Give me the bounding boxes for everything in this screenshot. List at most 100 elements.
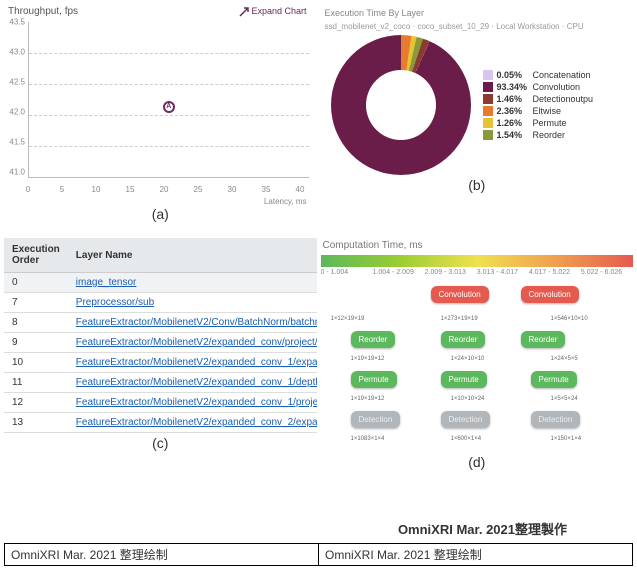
swatch-icon xyxy=(483,118,493,128)
xtick: 0 xyxy=(26,185,30,194)
legend-pct: 1.54% xyxy=(497,130,533,140)
node-convolution[interactable]: Convolution xyxy=(521,286,579,303)
credit-cell: OmniXRI Mar. 2021 整理绘制 xyxy=(319,544,632,565)
edge-label: 1×273×19×19 xyxy=(441,316,478,322)
expand-chart-button[interactable]: Expand Chart xyxy=(239,6,307,17)
layer-link[interactable]: FeatureExtractor/MobilenetV2/Conv/BatchN… xyxy=(76,317,317,328)
table-row[interactable]: 12 FeatureExtractor/MobilenetV2/expanded_… xyxy=(4,393,317,413)
computation-title: Computation Time, ms xyxy=(321,238,634,253)
computation-graph[interactable]: Convolution Convolution 1×12×19×19 1×273… xyxy=(321,276,634,466)
cell-order: 7 xyxy=(4,293,68,313)
table-row[interactable]: 8 FeatureExtractor/MobilenetV2/Conv/Batch… xyxy=(4,313,317,333)
edge-label: 1×546×10×10 xyxy=(551,316,588,322)
gtick: 2.009 - 3.013 xyxy=(425,269,477,276)
gtick: 1.004 - 2.009 xyxy=(373,269,425,276)
edge-label: 1×1083×1×4 xyxy=(351,436,385,442)
gradient-ticks: 0 - 1.004 1.004 - 2.009 2.009 - 3.013 3.… xyxy=(321,269,634,276)
ytick: 42.0 xyxy=(4,108,28,117)
cell-order: 13 xyxy=(4,413,68,433)
node-reorder[interactable]: Reorder xyxy=(351,331,396,348)
donut-chart[interactable] xyxy=(331,35,471,175)
node-permute[interactable]: Permute xyxy=(531,371,577,388)
credit-main: OmniXRI Mar. 2021整理製作 xyxy=(398,519,567,538)
layer-link[interactable]: Preprocessor/sub xyxy=(76,297,154,308)
model-name: ssd_mobilenet_v2_coco xyxy=(325,22,411,31)
table-row[interactable]: 11 FeatureExtractor/MobilenetV2/expanded_… xyxy=(4,373,317,393)
x-axis-label: Latency, ms xyxy=(264,197,307,206)
gtick: 3.013 - 4.017 xyxy=(477,269,529,276)
ytick: 43.0 xyxy=(4,48,28,57)
cell-order: 12 xyxy=(4,393,68,413)
legend-pct: 2.36% xyxy=(497,106,533,116)
node-output[interactable]: Detection xyxy=(351,411,401,428)
table-row[interactable]: 0 image_tensor xyxy=(4,273,317,293)
layer-link[interactable]: FeatureExtractor/MobilenetV2/expanded_co… xyxy=(76,377,317,388)
dataset-name: coco_subset_10_29 xyxy=(417,22,489,31)
legend-pct: 1.26% xyxy=(497,118,533,128)
graph-panel: Computation Time, ms 0 - 1.004 1.004 - 2… xyxy=(321,238,634,528)
node-permute[interactable]: Permute xyxy=(351,371,397,388)
subfigure-label-b: (b) xyxy=(321,175,634,195)
node-permute[interactable]: Permute xyxy=(441,371,487,388)
legend-name: Detectionoutpu xyxy=(533,94,594,104)
device-name: CPU xyxy=(567,22,584,31)
cell-order: 9 xyxy=(4,333,68,353)
expand-icon xyxy=(239,6,249,16)
xtick: 40 xyxy=(296,185,305,194)
donut-panel: Execution Time By Layer ssd_mobilenet_v2… xyxy=(321,4,634,234)
edge-label: 1×19×19×12 xyxy=(351,356,385,362)
node-reorder[interactable]: Reorder xyxy=(441,331,486,348)
edge-label: 1×19×19×12 xyxy=(351,396,385,402)
swatch-icon xyxy=(483,82,493,92)
legend-row[interactable]: 1.46%Detectionoutpu xyxy=(483,94,594,104)
cell-order: 11 xyxy=(4,373,68,393)
legend-row[interactable]: 2.36%Eltwise xyxy=(483,106,594,116)
donut-subtitle: ssd_mobilenet_v2_coco · coco_subset_10_2… xyxy=(321,22,634,35)
donut-legend: 0.05%Concatenation 93.34%Convolution 1.4… xyxy=(483,68,594,142)
col-layer-name[interactable]: Layer Name xyxy=(68,238,317,273)
table-row[interactable]: 9 FeatureExtractor/MobilenetV2/expanded_c… xyxy=(4,333,317,353)
legend-name: Eltwise xyxy=(533,106,562,116)
node-output[interactable]: Detection xyxy=(531,411,581,428)
xtick: 30 xyxy=(228,185,237,194)
legend-name: Convolution xyxy=(533,82,581,92)
edge-label: 1×5×5×24 xyxy=(551,396,578,402)
legend-name: Concatenation xyxy=(533,70,591,80)
table-header-row: Execution Order Layer Name xyxy=(4,238,317,273)
edge-label: 1×150×1×4 xyxy=(551,436,582,442)
data-point-a[interactable]: A xyxy=(163,101,175,113)
legend-row[interactable]: 0.05%Concatenation xyxy=(483,70,594,80)
layer-link[interactable]: FeatureExtractor/MobilenetV2/expanded_co… xyxy=(76,337,317,348)
scatter-panel: Throughput, fps Expand Chart A 43.5 43.0… xyxy=(4,4,317,234)
table-row[interactable]: 10FeatureExtractor/MobilenetV2/expanded_… xyxy=(4,353,317,373)
layer-link[interactable]: FeatureExtractor/MobilenetV2/expanded_co… xyxy=(76,357,317,368)
legend-row[interactable]: 1.26%Permute xyxy=(483,118,594,128)
gradient-legend xyxy=(321,255,634,267)
table-row[interactable]: 7 Preprocessor/sub xyxy=(4,293,317,313)
layer-link[interactable]: FeatureExtractor/MobilenetV2/expanded_co… xyxy=(76,417,317,428)
cell-order: 0 xyxy=(4,273,68,293)
legend-name: Permute xyxy=(533,118,567,128)
scatter-plot: A xyxy=(28,22,309,178)
gtick: 5.022 - 6.026 xyxy=(581,269,633,276)
legend-row[interactable]: 1.54%Reorder xyxy=(483,130,594,140)
execution-table: Execution Order Layer Name 0 image_tensor… xyxy=(4,238,317,433)
node-reorder[interactable]: Reorder xyxy=(521,331,566,348)
layer-link[interactable]: image_tensor xyxy=(76,277,137,288)
node-convolution[interactable]: Convolution xyxy=(431,286,489,303)
layer-link[interactable]: FeatureExtractor/MobilenetV2/expanded_co… xyxy=(76,397,317,408)
table-row[interactable]: 13 FeatureExtractor/MobilenetV2/expanded_… xyxy=(4,413,317,433)
col-exec-order[interactable]: Execution Order xyxy=(4,238,68,273)
table-panel: Execution Order Layer Name 0 image_tensor… xyxy=(4,238,317,528)
edge-label: 1×10×10×24 xyxy=(451,396,485,402)
xtick: 35 xyxy=(262,185,271,194)
legend-row[interactable]: 93.34%Convolution xyxy=(483,82,594,92)
edge-label: 1×24×5×5 xyxy=(551,356,578,362)
ytick: 43.5 xyxy=(4,18,28,27)
ytick: 41.0 xyxy=(4,168,28,177)
xtick: 10 xyxy=(92,185,101,194)
cell-order: 8 xyxy=(4,313,68,333)
xtick: 15 xyxy=(126,185,135,194)
legend-name: Reorder xyxy=(533,130,566,140)
node-output[interactable]: Detection xyxy=(441,411,491,428)
